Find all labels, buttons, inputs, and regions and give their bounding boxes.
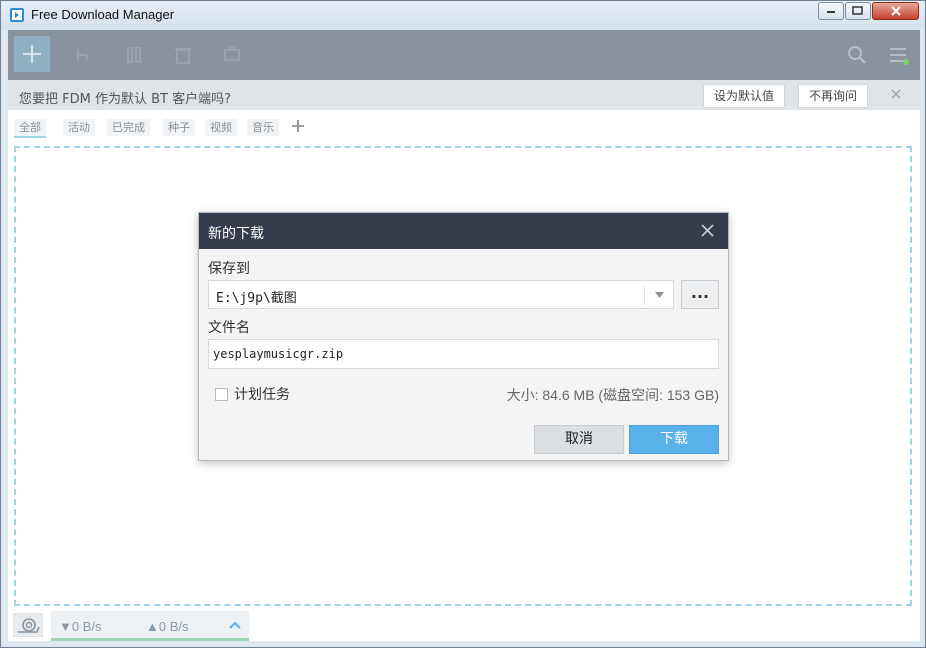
hamburger-menu-icon[interactable] xyxy=(887,44,909,66)
snail-icon xyxy=(18,618,40,633)
fdm-logo-icon xyxy=(10,8,24,22)
pause-icon[interactable] xyxy=(123,44,145,66)
default-client-notice: 您要把 FDM 作为默认 BT 客户端吗? 设为默认值 不再询问 xyxy=(8,80,920,110)
title-bar[interactable]: Free Download Manager xyxy=(1,1,925,29)
new-download-dialog: 新的下载 保存到 E:\j9p\截图 ... 文件名 yesplaymusicg… xyxy=(198,212,729,461)
filter-torrents[interactable]: 种子 xyxy=(163,119,195,136)
save-to-label: 保存到 xyxy=(208,261,250,277)
notice-text: 您要把 FDM 作为默认 BT 客户端吗? xyxy=(19,92,231,107)
dialog-title: 新的下载 xyxy=(208,226,264,242)
filter-video[interactable]: 视频 xyxy=(205,119,237,136)
window-title: Free Download Manager xyxy=(31,7,175,22)
trash-icon[interactable] xyxy=(172,44,194,66)
filename-label: 文件名 xyxy=(208,320,250,336)
toolbar xyxy=(8,30,920,80)
speed-indicator[interactable]: ▼0 B/s ▲0 B/s xyxy=(51,611,249,641)
filter-active[interactable]: 活动 xyxy=(63,119,95,136)
dialog-header[interactable]: 新的下载 xyxy=(199,213,728,249)
add-download-button[interactable] xyxy=(14,36,50,72)
chevron-down-icon[interactable] xyxy=(655,292,664,298)
maximize-button[interactable] xyxy=(845,2,871,20)
folder-icon[interactable] xyxy=(74,44,96,66)
filter-all[interactable]: 全部 xyxy=(14,119,46,138)
close-icon[interactable] xyxy=(701,224,714,237)
tag-icon[interactable] xyxy=(221,44,243,66)
chevron-up-icon xyxy=(229,621,241,629)
set-default-button[interactable]: 设为默认值 xyxy=(703,84,786,108)
upload-speed: ▲0 B/s xyxy=(146,619,189,634)
schedule-checkbox[interactable] xyxy=(215,388,228,401)
save-path-value: E:\j9p\截图 xyxy=(216,291,297,306)
search-icon[interactable] xyxy=(846,44,868,66)
close-icon xyxy=(890,6,901,16)
close-icon[interactable] xyxy=(889,87,903,101)
snail-mode-button[interactable] xyxy=(13,613,43,637)
restore-icon xyxy=(852,6,863,15)
schedule-label[interactable]: 计划任务 xyxy=(234,384,290,404)
download-speed: ▼0 B/s xyxy=(59,619,102,634)
minimize-icon xyxy=(827,11,835,13)
filename-input[interactable]: yesplaymusicgr.zip xyxy=(208,339,719,369)
add-filter-icon[interactable] xyxy=(290,118,306,134)
browse-folder-button[interactable]: ... xyxy=(681,280,719,309)
filename-value: yesplaymusicgr.zip xyxy=(213,347,344,361)
status-bar: ▼0 B/s ▲0 B/s xyxy=(8,609,920,641)
cancel-button[interactable]: 取消 xyxy=(534,425,624,454)
dont-ask-button[interactable]: 不再询问 xyxy=(798,84,869,108)
combo-divider xyxy=(644,285,645,305)
filter-completed[interactable]: 已完成 xyxy=(107,119,150,136)
close-window-button[interactable] xyxy=(872,2,919,20)
filter-music[interactable]: 音乐 xyxy=(247,119,279,136)
minimize-button[interactable] xyxy=(818,2,844,20)
save-path-combobox[interactable]: E:\j9p\截图 xyxy=(208,280,674,309)
filter-bar: 全部 活动 已完成 种子 视频 音乐 xyxy=(8,116,920,138)
app-window: Free Download Manager 您要把 FDM 作为默认 BT 客户… xyxy=(0,0,926,648)
file-size-info: 大小: 84.6 MB (磁盘空间: 153 GB) xyxy=(506,387,719,403)
download-button[interactable]: 下载 xyxy=(629,425,719,454)
